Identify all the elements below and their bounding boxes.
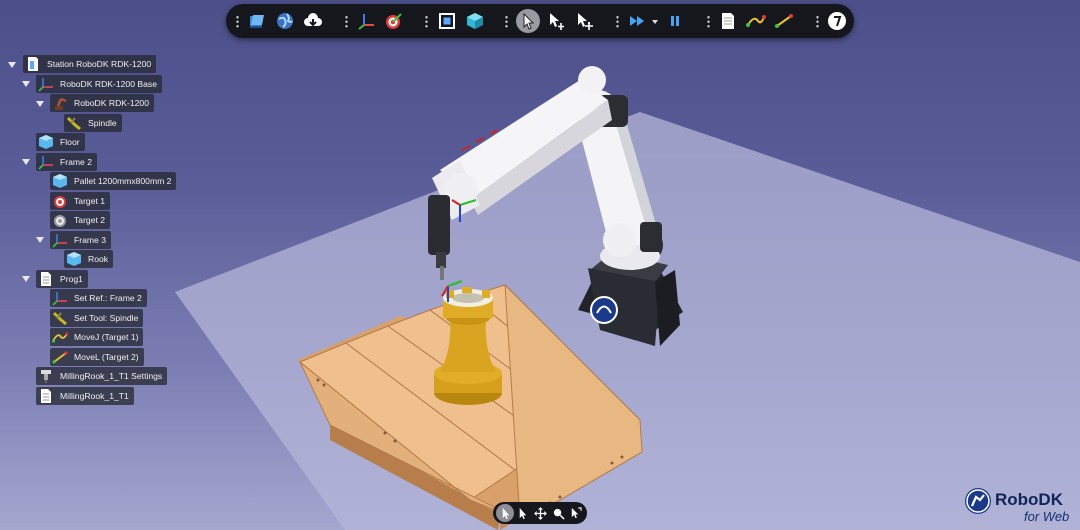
tree-item-label: MillingRook_1_T1 — [60, 391, 129, 401]
pause-icon[interactable] — [663, 9, 687, 33]
expand-chevron-down-icon[interactable] — [36, 101, 44, 107]
tree-item-set-tool[interactable]: Set Tool: Spindle — [50, 309, 144, 327]
station-icon — [24, 55, 42, 73]
tree-item-label: Station RoboDK RDK-1200 — [47, 59, 152, 69]
brand-subtitle: for Web — [1024, 509, 1070, 524]
online-library-icon[interactable] — [273, 9, 297, 33]
program-icon — [37, 387, 55, 405]
tree-item-label: RoboDK RDK-1200 — [74, 98, 149, 108]
movej-icon — [51, 328, 69, 346]
tree-item-label: Rook — [88, 254, 109, 264]
object-icon — [51, 172, 69, 190]
reference-frame-icon — [51, 289, 69, 307]
tree-item-frame-3[interactable]: Frame 3 — [50, 231, 111, 249]
zoom-cursor-icon[interactable] — [566, 504, 584, 522]
tree-item-label: Floor — [60, 137, 80, 147]
program-icon — [37, 270, 55, 288]
toolbar-separator — [816, 15, 819, 28]
target-gray-icon — [51, 211, 69, 229]
add-joint-move-icon[interactable] — [744, 9, 768, 33]
rotate-icon[interactable] — [549, 504, 567, 522]
reference-frame-icon — [37, 153, 55, 171]
tree-item-label: Frame 3 — [74, 235, 106, 245]
tree-item-label: Target 1 — [74, 196, 106, 206]
move-tool-icon[interactable] — [572, 9, 596, 33]
toolbar-separator — [505, 15, 508, 28]
3d-viewport[interactable] — [0, 0, 1080, 530]
tree-item-label: Pallet 1200mmx800mm 2 — [74, 176, 172, 186]
robodk-logo: RoboDK for Web — [963, 487, 1075, 525]
tree-item-target-2[interactable]: Target 2 — [50, 211, 111, 229]
tree-item-milling-program[interactable]: MillingRook_1_T1 — [36, 387, 134, 405]
tree-item-frame-2[interactable]: Frame 2 — [36, 153, 97, 171]
open-station-icon[interactable] — [245, 9, 269, 33]
expand-chevron-down-icon[interactable] — [22, 159, 30, 165]
tree-item-pallet[interactable]: Pallet 1200mmx800mm 2 — [50, 172, 177, 190]
download-icon[interactable] — [301, 9, 325, 33]
robodk-logo-icon — [965, 488, 991, 514]
milling-settings-icon — [37, 367, 55, 385]
robot-icon — [51, 94, 69, 112]
tree-item-label: Prog1 — [60, 274, 83, 284]
view-3d-icon[interactable] — [463, 9, 487, 33]
target-icon — [51, 192, 69, 210]
tree-item-label: MillingRook_1_T1 Settings — [60, 371, 163, 381]
expand-chevron-down-icon[interactable] — [22, 276, 30, 282]
expand-chevron-down-icon[interactable] — [36, 237, 44, 243]
expand-chevron-down-icon[interactable] — [22, 81, 30, 87]
tree-item-milling-settings[interactable]: MillingRook_1_T1 Settings — [36, 367, 168, 385]
tree-item-rook[interactable]: Rook — [64, 250, 114, 268]
tree-item-label: Set Ref.: Frame 2 — [74, 293, 142, 303]
select-cursor-icon[interactable] — [516, 9, 540, 33]
tree-item-floor[interactable]: Floor — [36, 133, 85, 151]
expand-chevron-down-icon[interactable] — [8, 62, 16, 68]
view-mode-toolbar — [493, 502, 587, 524]
tree-item-label: Target 2 — [74, 215, 106, 225]
toolbar-drag-handle[interactable] — [236, 15, 239, 28]
add-reference-frame-icon[interactable] — [354, 9, 378, 33]
object-icon — [65, 250, 83, 268]
toolbar-separator — [707, 15, 710, 28]
tool-icon — [65, 114, 83, 132]
tree-item-label: MoveJ (Target 1) — [74, 332, 139, 342]
tree-item-label: Frame 2 — [60, 157, 92, 167]
tree-item-label: Spindle — [88, 118, 117, 128]
add-linear-move-icon[interactable] — [772, 9, 796, 33]
brand-name: RoboDK — [995, 490, 1063, 509]
reference-frame-icon — [51, 231, 69, 249]
tool-icon — [51, 309, 69, 327]
toolbar-separator — [616, 15, 619, 28]
object-icon — [37, 133, 55, 151]
add-target-icon[interactable] — [382, 9, 406, 33]
toolbar-separator — [345, 15, 348, 28]
pan-icon[interactable] — [531, 504, 549, 522]
move-reference-icon[interactable] — [544, 9, 568, 33]
help-icon[interactable] — [825, 9, 849, 33]
fit-all-icon[interactable] — [435, 9, 459, 33]
tree-item-robot-base[interactable]: RoboDK RDK-1200 Base — [36, 75, 162, 93]
tree-item-target-1[interactable]: Target 1 — [50, 192, 111, 210]
tree-item-label: Set Tool: Spindle — [74, 313, 139, 323]
reference-frame-icon — [37, 75, 55, 93]
tree-item-spindle[interactable]: Spindle — [64, 114, 122, 132]
movel-icon — [51, 348, 69, 366]
tree-item-prog1[interactable]: Prog1 — [36, 270, 88, 288]
tree-item-robot[interactable]: RoboDK RDK-1200 — [50, 94, 154, 112]
toolbar-separator — [425, 15, 428, 28]
run-options-chevron-down-icon[interactable] — [652, 20, 658, 24]
run-program-icon[interactable] — [625, 9, 649, 33]
tree-item-label: MoveL (Target 2) — [74, 352, 139, 362]
tree-item-label: RoboDK RDK-1200 Base — [60, 79, 157, 89]
add-program-icon[interactable] — [716, 9, 740, 33]
tree-item-movel[interactable]: MoveL (Target 2) — [50, 348, 144, 366]
tree-item-movej[interactable]: MoveJ (Target 1) — [50, 328, 144, 346]
main-toolbar — [226, 4, 854, 38]
tree-item-station[interactable]: Station RoboDK RDK-1200 — [23, 55, 157, 73]
pointer-icon[interactable] — [513, 504, 531, 522]
select-mode-icon[interactable] — [496, 504, 514, 522]
tree-item-set-ref[interactable]: Set Ref.: Frame 2 — [50, 289, 147, 307]
